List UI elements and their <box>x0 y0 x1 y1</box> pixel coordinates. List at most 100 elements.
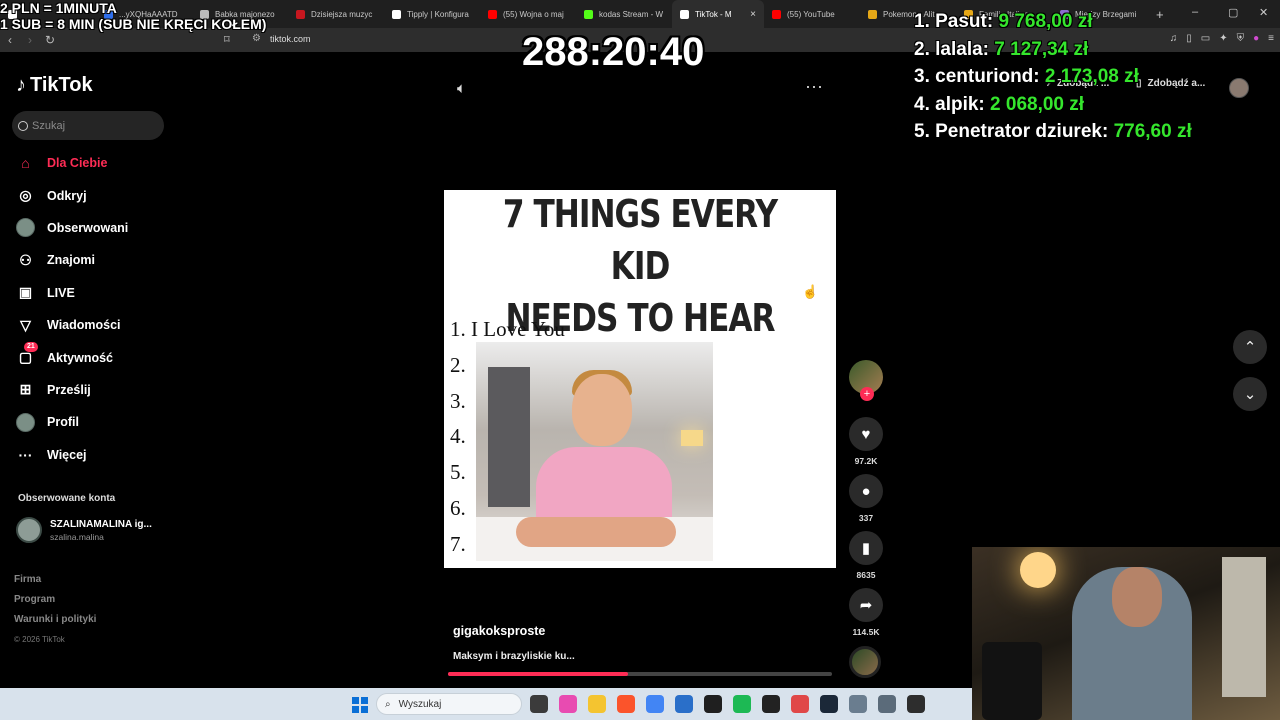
share-button[interactable]: ➦ <box>849 588 883 622</box>
minimize-icon[interactable]: – <box>1192 6 1198 18</box>
like-button[interactable]: ♥ <box>849 417 883 451</box>
sidebar-item-avatar[interactable]: Obserwowani <box>16 212 128 244</box>
sidebar-item-friends[interactable]: ⚇ Znajomi <box>16 244 128 276</box>
share-count: 114.5K <box>852 627 880 637</box>
browser-tab[interactable]: Dzisiejsza muzyc <box>288 0 384 28</box>
rule-line-2: 1 SUB = 8 MIN (SUB NIE KRĘCI KOŁEM) <box>0 16 267 32</box>
footer-link-terms[interactable]: Warunki i polityki <box>14 613 96 633</box>
reload-icon[interactable]: ↻ <box>40 33 60 47</box>
close-tab-icon[interactable]: × <box>750 9 756 20</box>
video-person-image <box>476 342 713 561</box>
taskbar-app-icon[interactable] <box>646 695 664 713</box>
close-window-icon[interactable]: ✕ <box>1259 6 1268 19</box>
search-bar[interactable] <box>12 111 164 140</box>
sidebar-item-upload[interactable]: ⊞ Prześlij <box>16 374 128 406</box>
sidebar-item-home[interactable]: ⌂ Dla Ciebie <box>16 147 128 179</box>
avatar-icon <box>16 218 35 238</box>
wallet-icon[interactable]: ▭ <box>1201 33 1210 44</box>
like-count: 97.2K <box>854 456 878 466</box>
video-progress-fill <box>448 672 629 676</box>
sidebar-item-live[interactable]: ▣ LIVE <box>16 277 128 309</box>
taskbar-app-icon[interactable] <box>530 695 548 713</box>
live-icon: ▣ <box>18 284 33 301</box>
url-field[interactable]: tiktok.com <box>270 34 311 44</box>
tab-favicon-icon <box>392 9 401 19</box>
back-icon[interactable]: ‹ <box>0 33 20 47</box>
tab-favicon-icon <box>868 9 877 19</box>
comment-count: 337 <box>858 513 874 523</box>
windows-start-icon[interactable] <box>352 697 368 713</box>
leaderboard-name: Pasut: <box>935 11 999 32</box>
leaderboard-amount: 776,60 zł <box>1113 121 1192 142</box>
creator-avatar[interactable]: + <box>849 360 883 401</box>
bookmark-icon[interactable]: ⌑ <box>224 33 230 46</box>
taskbar-app-icon[interactable] <box>907 695 925 713</box>
lamp <box>681 430 703 446</box>
taskbar-app-icon[interactable] <box>675 695 693 713</box>
browser-tab[interactable]: (55) Wojna o maj <box>480 0 576 28</box>
sidebar-nav: ⌂ Dla Ciebie ◎ Odkryj Obserwowani ⚇ Znajomi ▣ LI… <box>16 147 128 471</box>
sidebar-item-messages[interactable]: ▽ Wiadomości <box>16 309 128 341</box>
footer-link-program[interactable]: Program <box>14 593 96 613</box>
music-disc-icon[interactable] <box>849 646 881 678</box>
taskbar-app-icon[interactable] <box>733 695 751 713</box>
followed-account[interactable]: SZALINAMALINA ig... szalina.malina <box>16 517 152 543</box>
leaderboard-rank: 2. <box>914 38 936 60</box>
follow-plus-icon[interactable]: + <box>860 387 874 401</box>
previous-video-button[interactable]: ⌃ <box>1233 330 1267 364</box>
more-options-icon[interactable]: ··· <box>805 76 823 97</box>
forward-icon[interactable]: › <box>20 33 40 47</box>
sidebar-item-label: Znajomi <box>47 253 95 268</box>
sidebar-item-activity[interactable]: ▢ 21 Aktywność <box>16 341 128 373</box>
taskbar-app-icon[interactable] <box>878 695 896 713</box>
save-button[interactable]: ▮ <box>849 531 883 565</box>
sidebar-item-label: LIVE <box>47 285 75 300</box>
volume-icon[interactable]: 🔈︎ <box>457 80 466 97</box>
site-info-icon[interactable]: ⚙ <box>252 33 261 44</box>
leaderboard-rank: 1. <box>914 11 936 32</box>
taskbar-app-icon[interactable] <box>849 695 867 713</box>
leo-icon[interactable]: ✦ <box>1219 33 1227 44</box>
search-input[interactable] <box>32 119 152 132</box>
browser-tab[interactable]: Tipply | Konfigura <box>384 0 480 28</box>
followed-account-name: SZALINAMALINA ig... <box>50 518 152 530</box>
taskbar-app-icon[interactable] <box>617 695 635 713</box>
user-avatar[interactable] <box>1229 78 1249 98</box>
donation-rules-overlay: 2 PLN = 1MINUTA 1 SUB = 8 MIN (SUB NIE K… <box>0 0 266 32</box>
gaming-chair <box>982 642 1042 720</box>
tab-favicon-icon <box>772 9 781 19</box>
profile-icon[interactable]: ● <box>1253 33 1259 44</box>
menu-icon[interactable]: ≡ <box>1268 33 1274 44</box>
taskbar-app-icon[interactable] <box>588 695 606 713</box>
taskbar-app-icon[interactable] <box>559 695 577 713</box>
browser-tab[interactable]: (55) YouTube <box>764 0 860 28</box>
leaderboard-row: 3. centuriond: 2 173,08 zł <box>914 63 1192 91</box>
browser-tab[interactable]: TikTok - M × <box>672 0 764 28</box>
taskbar-app-icon[interactable] <box>762 695 780 713</box>
browser-tab[interactable]: kodas Stream - W <box>576 0 672 28</box>
sidebar-footer: Firma Program Warunki i polityki © 2026 … <box>14 573 96 653</box>
sidebar-item-more[interactable]: ··· Więcej <box>16 439 128 471</box>
next-video-button[interactable]: ⌄ <box>1233 377 1267 411</box>
maximize-icon[interactable]: ▢ <box>1228 6 1238 19</box>
taskbar-app-icon[interactable] <box>791 695 809 713</box>
sidebar-item-label: Dla Ciebie <box>47 156 108 171</box>
profile-icon <box>16 412 35 432</box>
video-player[interactable]: 7 THINGS EVERY KID NEEDS TO HEAR 1. I Lo… <box>444 190 836 568</box>
comment-button[interactable]: ● <box>849 474 883 508</box>
video-author[interactable]: gigakoksproste <box>453 624 545 638</box>
footer-link-company[interactable]: Firma <box>14 573 96 593</box>
sidebar-item-profile[interactable]: Profil <box>16 406 128 438</box>
tiktok-logo[interactable]: ♪ TikTok <box>16 74 93 97</box>
video-description[interactable]: Maksym i brazyliskie ku... <box>453 651 575 662</box>
compass-icon: ◎ <box>19 187 32 204</box>
save-count: 8635 <box>856 570 876 580</box>
leaderboard-name: lalala: <box>935 38 995 60</box>
video-progress-bar[interactable] <box>448 672 832 676</box>
vpn-icon[interactable]: ⛨ <box>1237 33 1245 44</box>
taskbar-search[interactable]: ⌕ Wyszukaj <box>376 693 522 715</box>
sidebar-item-label: Więcej <box>47 447 87 462</box>
taskbar-app-icon[interactable] <box>704 695 722 713</box>
sidebar-item-compass[interactable]: ◎ Odkryj <box>16 179 128 211</box>
taskbar-app-icon[interactable] <box>820 695 838 713</box>
